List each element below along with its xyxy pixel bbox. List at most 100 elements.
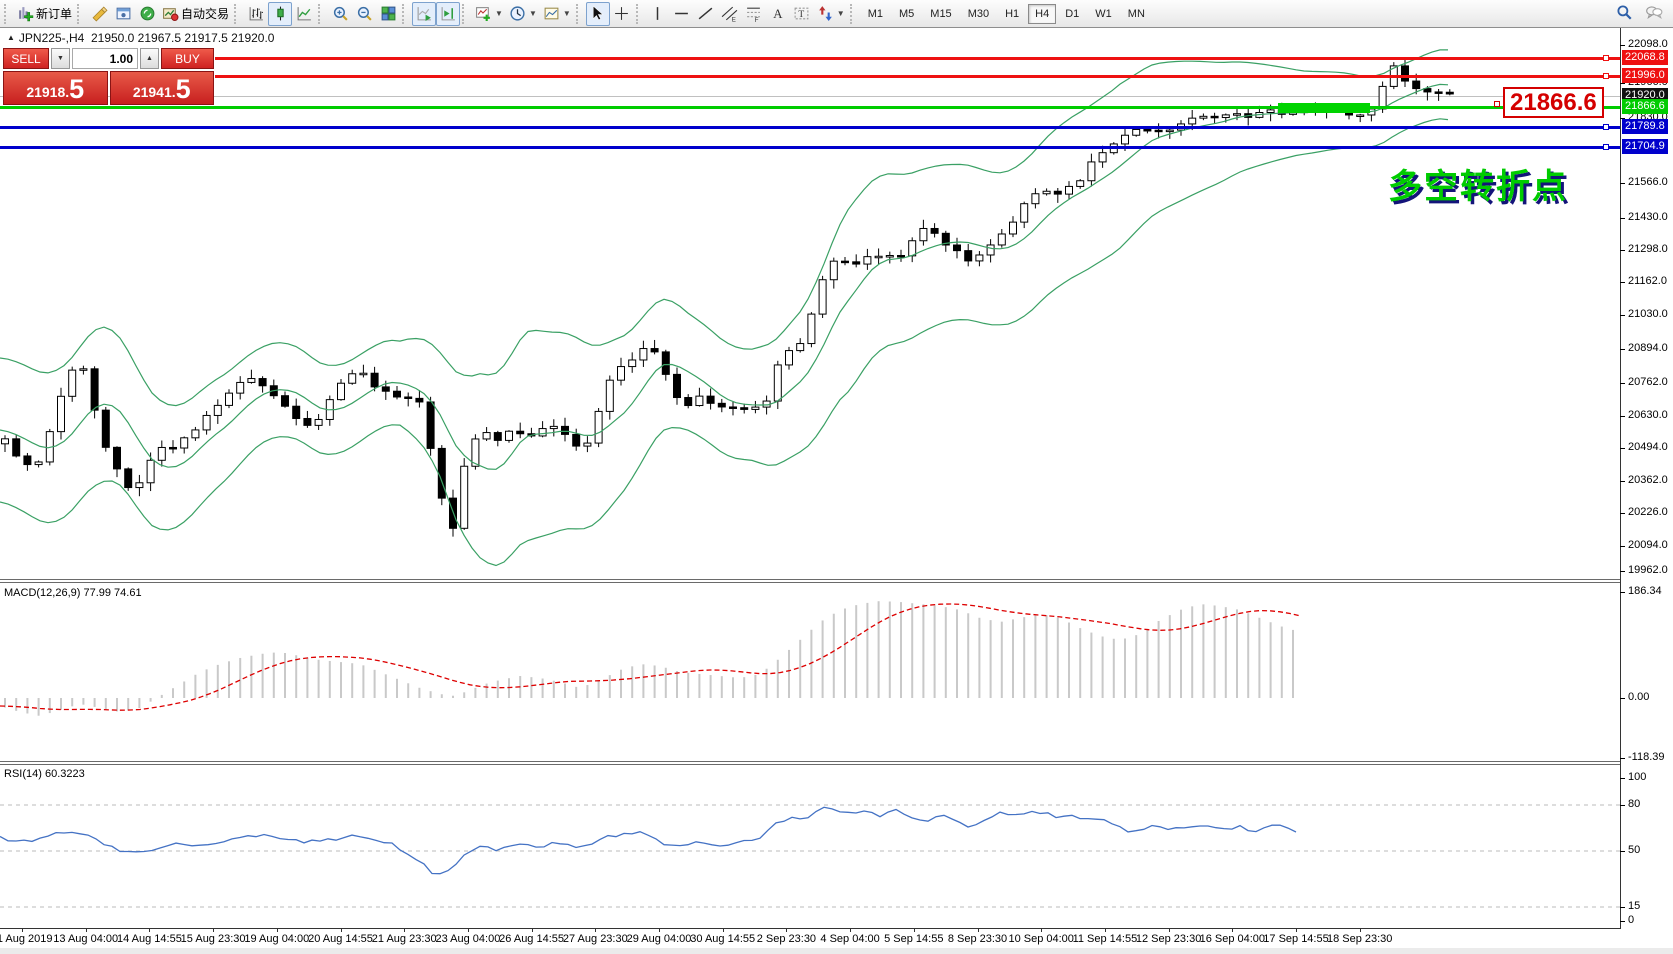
support-zone-rectangle[interactable] — [1278, 103, 1370, 113]
auto-scroll-button[interactable] — [412, 2, 436, 26]
time-tick-mark — [404, 929, 405, 932]
axis-tick-mark — [1620, 592, 1625, 593]
zoom-out-button[interactable] — [352, 2, 376, 26]
horizontal-level-line[interactable] — [0, 106, 1620, 109]
price-level-badge: 21789.8 — [1622, 119, 1668, 134]
text-label-icon: T — [793, 5, 810, 22]
pane-separator[interactable] — [0, 764, 1620, 765]
chart-shift-icon — [440, 5, 457, 22]
timeframe-m30-button[interactable]: M30 — [961, 4, 996, 24]
volume-input[interactable] — [72, 48, 138, 69]
buy-price-button[interactable]: 21941.5 — [110, 71, 215, 105]
arrows-icon — [817, 5, 834, 22]
macd-label: MACD(12,26,9) 77.99 74.61 — [4, 587, 142, 599]
chart-annotation[interactable]: 多空转折点 — [1388, 159, 1568, 208]
price-level-badge: 22068.8 — [1622, 50, 1668, 65]
fibonacci-button[interactable]: F — [742, 2, 766, 26]
chat-icon[interactable] — [1645, 3, 1663, 26]
price-axis-line — [1620, 28, 1621, 929]
line-chart-button[interactable] — [292, 2, 316, 26]
line-handle-marker[interactable] — [1603, 144, 1609, 150]
time-tick-mark — [277, 929, 278, 932]
axis-tick-label: 19962.0 — [1628, 564, 1668, 576]
axis-tick-mark — [1620, 383, 1625, 384]
axis-tick-mark — [1620, 698, 1625, 699]
vertical-line-button[interactable] — [646, 2, 670, 26]
line-handle-marker[interactable] — [1603, 124, 1609, 130]
time-tick-mark — [1169, 929, 1170, 932]
tile-windows-button[interactable] — [376, 2, 400, 26]
new-order-icon — [17, 5, 34, 22]
horizontal-line-button[interactable] — [670, 2, 694, 26]
axis-tick-label: 100 — [1628, 771, 1646, 783]
horizontal-level-line[interactable] — [0, 146, 1620, 149]
indicators-button[interactable]: ▼ — [472, 2, 506, 26]
chart-shift-button[interactable] — [436, 2, 460, 26]
axis-tick-mark — [1620, 282, 1625, 283]
buy-price: 21941. — [133, 82, 176, 102]
rsi-line — [0, 807, 1296, 873]
price-level-badge: 21996.0 — [1622, 68, 1668, 83]
line-handle-marker[interactable] — [1494, 101, 1500, 107]
search-icon[interactable] — [1615, 3, 1633, 26]
time-tick-mark — [723, 929, 724, 932]
timeframe-m1-button[interactable]: M1 — [861, 4, 890, 24]
templates-button[interactable]: ▼ — [540, 2, 574, 26]
pane-separator[interactable] — [0, 761, 1620, 762]
pane-separator[interactable] — [0, 579, 1620, 580]
axis-tick-label: 20226.0 — [1628, 506, 1668, 518]
axis-tick-mark — [1620, 45, 1625, 46]
time-tick-mark — [1232, 929, 1233, 932]
volume-decrease-button[interactable]: ▼ — [51, 48, 70, 69]
trend-line-button[interactable] — [694, 2, 718, 26]
line-handle-marker[interactable] — [1603, 73, 1609, 79]
text-button[interactable]: A — [766, 2, 790, 26]
timeframe-h4-button[interactable]: H4 — [1028, 4, 1056, 24]
buy-button[interactable]: BUY — [161, 48, 214, 69]
sell-button[interactable]: SELL — [3, 48, 49, 69]
timeframe-h1-button[interactable]: H1 — [998, 4, 1026, 24]
bar-chart-icon — [248, 5, 265, 22]
text-label-button[interactable]: T — [790, 2, 814, 26]
arrows-button[interactable]: ▼ — [814, 2, 848, 26]
price-tag-label[interactable]: 21866.6 — [1503, 87, 1604, 118]
periods-button[interactable]: ▼ — [506, 2, 540, 26]
horizontal-level-line[interactable] — [215, 75, 1620, 78]
zoom-in-button[interactable] — [328, 2, 352, 26]
timeframe-w1-button[interactable]: W1 — [1088, 4, 1119, 24]
crayon-button[interactable] — [87, 2, 111, 26]
sell-price-button[interactable]: 21918.5 — [3, 71, 108, 105]
pane-separator[interactable] — [0, 582, 1620, 583]
cursor-button[interactable] — [586, 2, 610, 26]
new-order-button[interactable]: 新订单 — [14, 2, 75, 26]
axis-tick-label: 15 — [1628, 900, 1640, 912]
toolbar-grip — [402, 4, 408, 24]
new-order-label: 新订单 — [36, 5, 72, 22]
time-tick-mark — [213, 929, 214, 932]
axis-tick-mark — [1620, 758, 1625, 759]
trend-line-icon — [697, 5, 714, 22]
volume-increase-button[interactable]: ▲ — [140, 48, 159, 69]
signal-button[interactable] — [135, 2, 159, 26]
timeframe-m15-button[interactable]: M15 — [923, 4, 958, 24]
timeframe-mn-button[interactable]: MN — [1121, 4, 1152, 24]
toolbar-right — [1615, 3, 1663, 26]
horizontal-level-line[interactable] — [0, 126, 1620, 129]
axis-tick-mark — [1620, 571, 1625, 572]
horizontal-level-line[interactable] — [215, 57, 1620, 60]
time-tick-mark — [532, 929, 533, 932]
crosshair-button[interactable] — [610, 2, 634, 26]
collapse-panel-icon[interactable]: ▲ — [7, 33, 15, 42]
timeframe-d1-button[interactable]: D1 — [1058, 4, 1086, 24]
candle-chart-button[interactable] — [268, 2, 292, 26]
time-axis-separator — [0, 928, 1620, 929]
line-handle-marker[interactable] — [1603, 55, 1609, 61]
symbol-period: JPN225-,H4 — [19, 31, 84, 45]
equidistant-channel-button[interactable]: E — [718, 2, 742, 26]
axis-tick-label: 21430.0 — [1628, 211, 1668, 223]
bar-chart-button[interactable] — [244, 2, 268, 26]
timeframe-m5-button[interactable]: M5 — [892, 4, 921, 24]
auto-trading-button[interactable]: 自动交易 — [159, 2, 232, 26]
market-watch-button[interactable] — [111, 2, 135, 26]
window-bottom-edge — [0, 948, 1673, 954]
